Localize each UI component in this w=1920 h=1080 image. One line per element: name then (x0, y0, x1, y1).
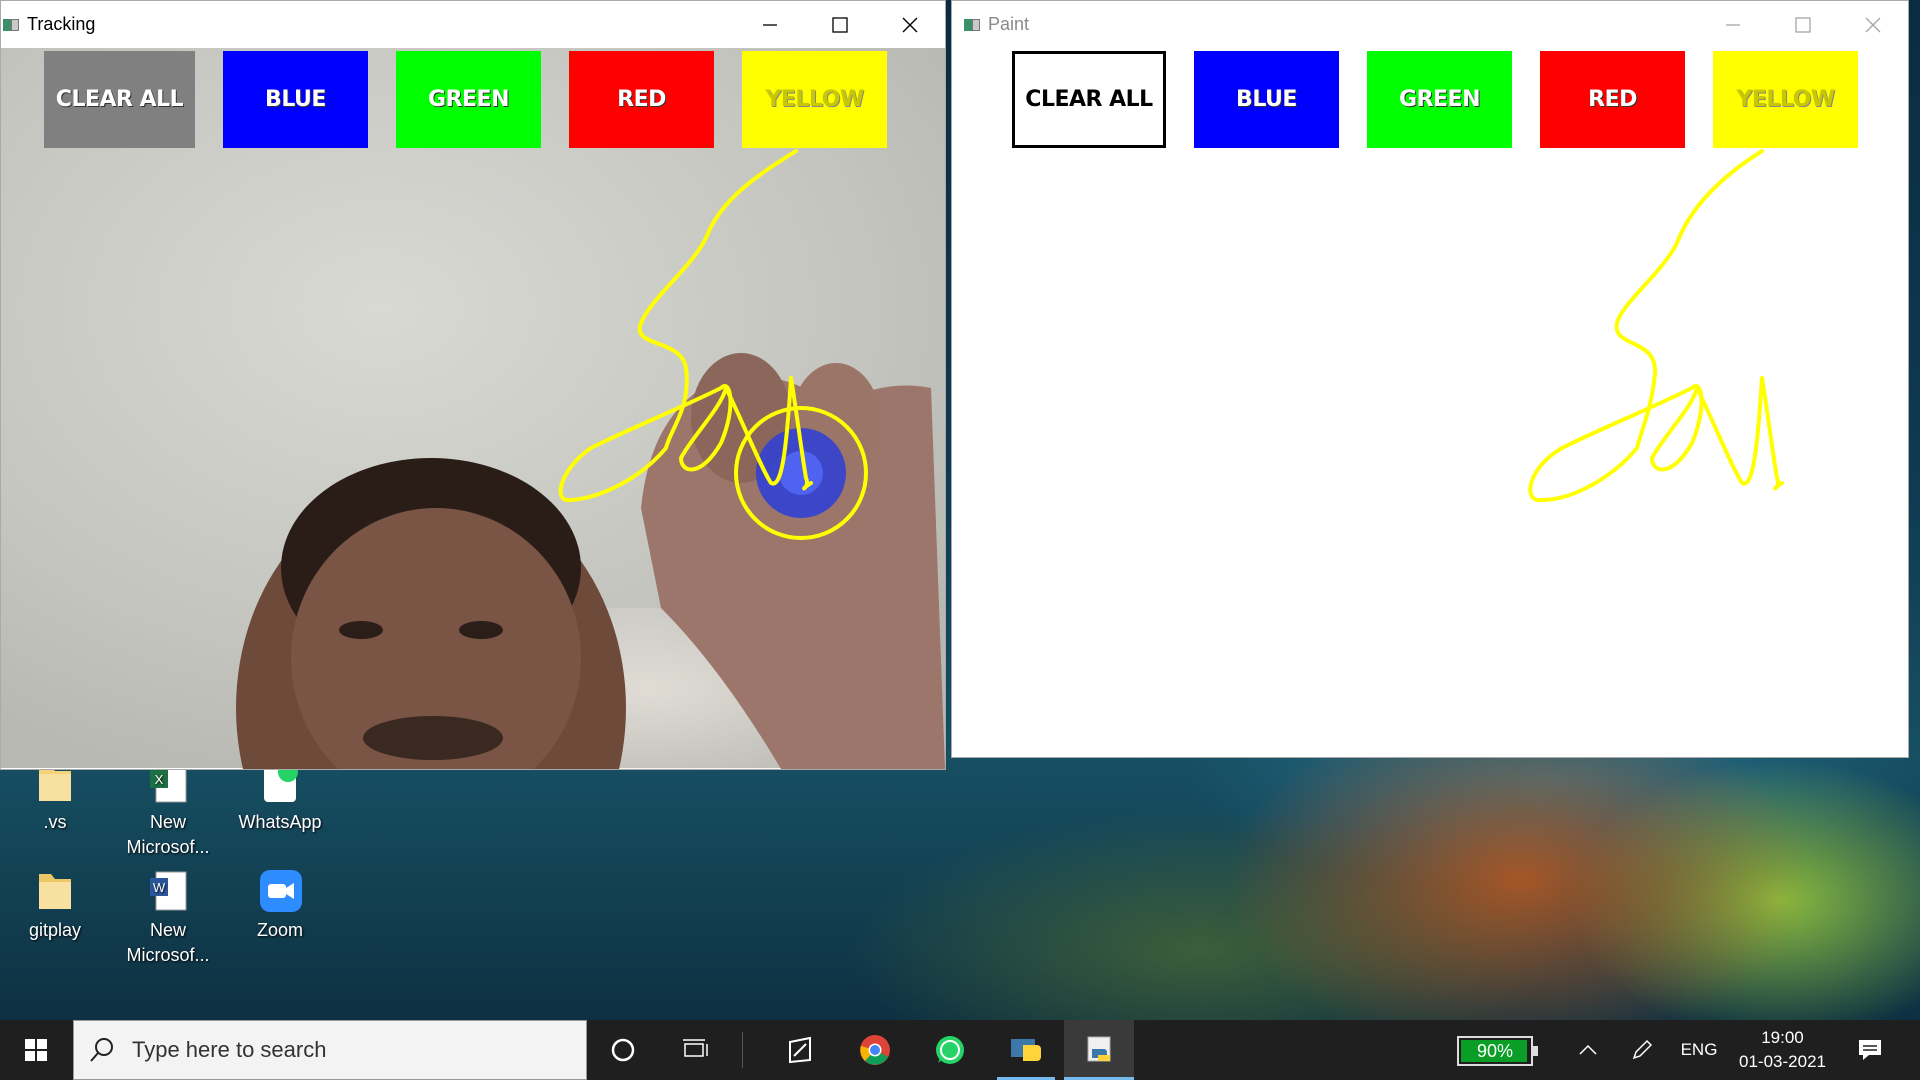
word-icon: W (146, 868, 190, 914)
windows-logo-icon (25, 1039, 47, 1061)
cortana-button[interactable] (593, 1020, 653, 1080)
taskbar-app-whatsapp[interactable] (920, 1020, 980, 1080)
notification-icon (1859, 1040, 1881, 1060)
svg-text:W: W (153, 880, 166, 895)
svg-text:X: X (155, 772, 164, 787)
maximize-button[interactable] (1768, 1, 1838, 48)
app-window-icon (3, 17, 21, 33)
paint-titlebar[interactable]: Paint (952, 1, 1908, 48)
yellow-stroke (1528, 149, 1784, 503)
desktop-icon-word[interactable]: W New Microsof... (118, 868, 218, 968)
desktop-icon-zoom[interactable]: Zoom (230, 868, 330, 943)
green-color-button[interactable]: GREEN (396, 51, 541, 148)
minimize-icon (1726, 23, 1740, 26)
chrome-icon (860, 1035, 890, 1065)
desktop-icon-whatsapp[interactable]: WhatsApp (230, 760, 330, 835)
maximize-button[interactable] (805, 1, 875, 48)
sticky-notes-icon (789, 1036, 811, 1064)
maximize-icon (1795, 16, 1811, 33)
language-indicator[interactable]: ENG (1675, 1020, 1723, 1080)
clock[interactable]: 19:00 01-03-2021 (1730, 1020, 1835, 1080)
taskbar-app-notes[interactable] (770, 1020, 830, 1080)
show-hidden-icons-button[interactable] (1570, 1020, 1606, 1080)
taskbar: Type here to search 90% ENG 19:00 01-03-… (0, 1020, 1920, 1080)
paint-stroke-overlay (1528, 149, 1784, 503)
whatsapp-icon (936, 1036, 964, 1064)
action-center-button[interactable] (1845, 1020, 1895, 1080)
window-title: Paint (988, 14, 1030, 34)
chevron-up-icon (1579, 1044, 1597, 1055)
minimize-button[interactable] (735, 1, 805, 48)
pen-workspace-button[interactable] (1624, 1020, 1660, 1080)
desktop-icon-gitplay[interactable]: gitplay (5, 868, 105, 943)
taskbar-search-box[interactable]: Type here to search (73, 1020, 587, 1080)
minimize-button[interactable] (1698, 1, 1768, 48)
tracking-stroke-overlay (558, 149, 868, 540)
maximize-icon (832, 16, 848, 33)
app-window-icon (964, 17, 982, 33)
desktop-icon-label: New Microsof... (126, 812, 210, 857)
python-icon (1011, 1039, 1041, 1061)
task-view-icon (683, 1039, 708, 1057)
paint-window: Paint CLEAR ALL BLUE GREEN RED YELLOW (951, 0, 1909, 758)
paint-canvas[interactable]: CLEAR ALL BLUE GREEN RED YELLOW (952, 48, 1908, 757)
desktop-icon-label: .vs (43, 812, 67, 832)
desktop-icon-vs[interactable]: .vs (5, 760, 105, 835)
close-icon (902, 17, 918, 32)
desktop-icon-excel[interactable]: X New Microsof... (118, 760, 218, 860)
desktop-icon-label: gitplay (28, 920, 82, 940)
desktop-icon-label: WhatsApp (238, 812, 322, 832)
clear-all-button[interactable]: CLEAR ALL (44, 51, 195, 148)
battery-percent: 90% (1476, 1041, 1514, 1061)
tracking-titlebar[interactable]: Tracking (1, 1, 945, 48)
tracking-window: Tracking CLEAR ALL BLUE GREEN RED YELLOW (0, 0, 946, 770)
desktop-icon-label: New Microsof... (126, 920, 210, 965)
yellow-color-button[interactable]: YELLOW (742, 51, 887, 148)
minimize-icon (763, 23, 777, 26)
taskbar-app-python-paint[interactable] (1064, 1020, 1134, 1080)
battery-indicator[interactable]: 90% (1457, 1036, 1538, 1066)
zoom-icon (258, 868, 302, 914)
red-color-button[interactable]: RED (569, 51, 714, 148)
task-view-button[interactable] (665, 1020, 725, 1080)
start-button[interactable] (0, 1020, 72, 1080)
taskbar-app-python-tracking[interactable] (993, 1020, 1059, 1080)
folder-icon (33, 868, 77, 914)
close-icon (1865, 17, 1881, 32)
cortana-circle-icon (611, 1038, 635, 1062)
close-button[interactable] (875, 1, 945, 48)
clock-time: 19:00 (1761, 1028, 1804, 1047)
taskbar-app-chrome[interactable] (845, 1020, 905, 1080)
close-button[interactable] (1838, 1, 1908, 48)
clock-date: 01-03-2021 (1739, 1052, 1826, 1071)
window-title: Tracking (27, 14, 96, 34)
desktop-icon-label: Zoom (256, 920, 303, 940)
python-icon (1087, 1036, 1111, 1062)
webcam-frame: CLEAR ALL BLUE GREEN RED YELLOW (1, 48, 945, 769)
pen-icon (1632, 1039, 1653, 1060)
search-icon (90, 1038, 113, 1062)
blue-color-button[interactable]: BLUE (223, 51, 368, 148)
search-placeholder: Type here to search (132, 1037, 327, 1062)
